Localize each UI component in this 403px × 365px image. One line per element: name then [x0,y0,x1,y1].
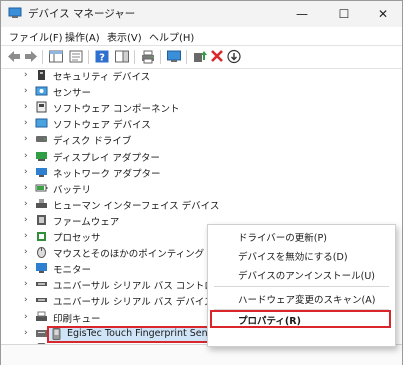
usb-device-icon [36,298,47,303]
chevron-right-icon[interactable]: › [24,295,32,305]
print-queue-icon [36,311,47,321]
software-component-icon [36,101,47,113]
tree-item-disk-drive[interactable]: › ディスク ドライブ [1,132,402,148]
tree-item-label: ユニバーサル シリアル バス デバイス [53,297,214,309]
chevron-right-icon[interactable]: › [24,199,32,209]
help-icon[interactable]: ? [94,49,110,64]
window-title: デバイス マネージャー [28,8,136,20]
close-button[interactable]: ✕ [363,1,403,27]
chevron-right-icon[interactable]: › [24,183,32,193]
software-device-icon [35,118,48,128]
back-arrow-icon[interactable] [6,49,22,64]
tree-item-network-adapter[interactable]: › ネットワーク アダプター [1,165,402,181]
menu-file[interactable]: ファイル(F) [9,29,63,44]
title-bar: デバイス マネージャー — ☐ ✕ [1,1,402,27]
uninstall-device-icon[interactable] [209,49,225,64]
network-adapter-icon [36,167,47,177]
svg-text:?: ? [99,53,105,64]
properties-sheet-icon[interactable] [68,49,84,64]
tree-item-label: ヒューマン インターフェイス デバイス [53,200,220,212]
tree-item-label: ディスク ドライブ [53,136,132,148]
tree-item-label: ファームウェア [53,216,120,228]
tree-item-label: ネットワーク アダプター [53,168,161,180]
chevron-right-icon[interactable]: › [24,151,32,161]
chevron-right-icon[interactable]: › [24,118,32,128]
device-manager-app-icon [8,7,22,18]
minimize-button[interactable]: — [282,1,322,27]
usb-controller-icon [36,282,47,287]
enable-device-icon[interactable] [226,49,242,64]
tree-item-label: セキュリティ デバイス [53,72,151,83]
toolbar-divider [160,50,161,64]
tree-item-hid[interactable]: › ヒューマン インターフェイス デバイス [1,197,402,213]
chevron-right-icon[interactable]: › [24,70,32,80]
menu-item-uninstall-device[interactable]: デバイスのアンインストール(U) [238,268,375,282]
security-chip-icon [38,70,45,80]
show-hide-console-tree-icon[interactable] [48,49,64,64]
sensor-icon [35,86,48,96]
menu-item-properties[interactable]: プロパティ(R) [238,313,301,327]
tree-item-security-chip[interactable]: › セキュリティ デバイス [1,68,402,84]
monitor-icon [36,263,47,274]
chevron-right-icon[interactable]: › [24,279,32,289]
hid-icon [36,198,47,208]
tree-item-label: EgisTec Touch Fingerprint Sensor [67,328,223,339]
tree-item-label: モニター [53,265,92,277]
toolbar-divider [186,50,187,64]
chevron-right-icon[interactable]: › [24,247,32,257]
menu-action[interactable]: 操作(A) [65,29,100,44]
disk-drive-icon [36,136,47,143]
tree-item-label: 印刷キュー [53,313,101,325]
fingerprint-sensor-icon [52,328,61,340]
toolbar-divider [134,50,135,64]
action-pane-icon[interactable] [114,49,130,64]
chevron-right-icon[interactable]: › [24,167,32,177]
print-icon[interactable] [140,49,156,64]
tree-item-battery[interactable]: › バッテリ [1,181,402,197]
forward-arrow-icon[interactable] [23,49,39,64]
update-driver-icon[interactable] [192,49,208,64]
menu-bar: ファイル(F) 操作(A) 表示(V) ヘルプ(H) [1,27,402,45]
scan-hardware-changes-icon[interactable] [166,49,182,64]
status-bar [1,344,402,365]
menu-view[interactable]: 表示(V) [107,29,142,44]
device-manager-window: デバイス マネージャー — ☐ ✕ ファイル(F) 操作(A) 表示(V) ヘル… [0,0,403,365]
tree-item-label: ディスプレイ アダプター [53,152,160,164]
chevron-right-icon[interactable]: › [24,263,32,273]
tree-item-sensor[interactable]: › センサー [1,84,402,100]
tree-item-software-component[interactable]: › ソフトウェア コンポーネント [1,100,402,116]
firmware-icon [37,214,46,225]
chevron-right-icon[interactable]: › [24,86,32,96]
tree-item-software-device[interactable]: › ソフトウェア デバイス [1,116,402,132]
maximize-button[interactable]: ☐ [324,1,364,27]
context-menu: ドライバーの更新(P) デバイスを無効にする(D) デバイスのアンインストール(… [207,224,396,347]
display-adapter-icon [36,151,47,161]
menu-separator [214,286,389,287]
chevron-right-icon[interactable]: › [24,328,32,338]
mouse-icon [37,247,46,259]
chevron-right-icon[interactable]: › [24,215,32,225]
chevron-right-icon[interactable]: › [24,102,32,112]
tree-item-label: プロセッサ [53,233,101,244]
chevron-right-icon[interactable]: › [24,134,32,144]
chevron-right-icon[interactable]: › [24,231,32,241]
toolbar-divider [42,50,43,64]
tree-item-label: ソフトウェア デバイス [53,120,151,132]
menu-item-disable-device[interactable]: デバイスを無効にする(D) [238,249,348,263]
tree-item-label: ソフトウェア コンポーネント [53,104,180,116]
tree-item-label: バッテリ [53,184,92,196]
menu-help[interactable]: ヘルプ(H) [149,29,194,44]
toolbar-divider [88,50,89,64]
battery-icon [35,184,48,192]
menu-item-scan-hardware[interactable]: ハードウェア変更のスキャン(A) [238,292,375,306]
tree-item-display-adapter[interactable]: › ディスプレイ アダプター [1,149,402,165]
chevron-right-icon[interactable]: › [24,312,32,322]
toolbar: ? [1,45,402,69]
menu-item-update-driver[interactable]: ドライバーの更新(P) [238,230,327,244]
tree-item-label: センサー [53,88,92,100]
processor-icon [37,232,46,241]
